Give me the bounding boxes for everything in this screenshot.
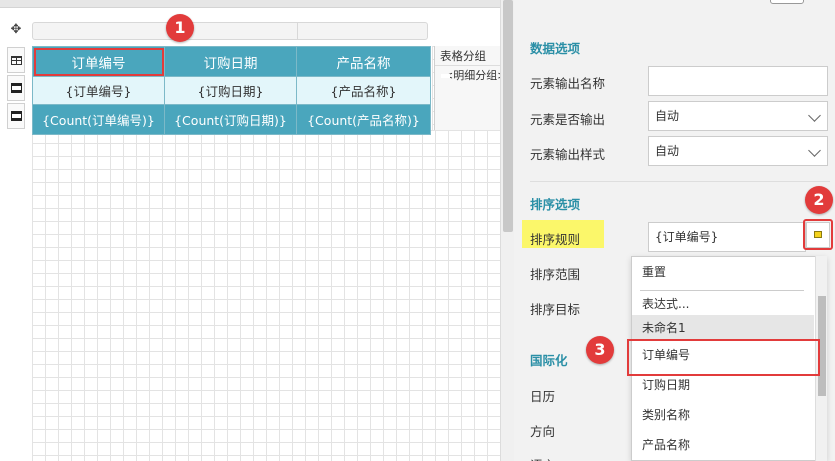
sort-rule-field[interactable]: {订单编号} [648,222,806,252]
total-cell-order-id[interactable]: {Count(订单编号)} [32,104,165,135]
total-row-handle[interactable] [7,103,25,129]
chevron-down-icon [808,144,821,157]
table-header-row: 订单编号 订购日期 产品名称 [32,46,431,77]
output-enabled-select[interactable]: 自动 [648,101,828,131]
output-enabled-value: 自动 [655,109,680,123]
callout-highlight-3 [627,339,820,376]
sort-target-label: 排序目标 [530,302,581,317]
detail-cell-product-name[interactable]: {产品名称} [296,76,431,105]
detail-cell-order-date[interactable]: {订购日期} [164,76,297,105]
output-enabled-label: 元素是否输出 [530,112,606,127]
output-style-label: 元素输出样式 [530,147,606,162]
ruler-divider [297,23,298,39]
design-grid [32,130,500,461]
panel-top-button[interactable] [770,0,804,4]
header-row-handle[interactable] [7,47,25,73]
dropdown-option-product-name[interactable]: 产品名称 [632,430,814,460]
row-handles [7,47,27,131]
direction-label: 方向 [530,424,556,439]
i18n-title: 国际化 [530,353,568,368]
data-options-title: 数据选项 [530,41,581,56]
callout-badge-3: 3 [586,336,614,364]
callout-badge-2: 2 [805,186,833,214]
total-cell-product-name[interactable]: {Count(产品名称)} [296,104,431,135]
designer-top-bar [0,0,500,8]
move-handle-icon[interactable]: ✥ [8,22,24,38]
sort-rule-label: 排序规则 [530,232,581,247]
total-cell-order-date[interactable]: {Count(订购日期)} [164,104,297,135]
column-ruler[interactable] [32,22,428,40]
table-detail-row: {订单编号} {订购日期} {产品名称} [32,76,431,105]
chevron-down-icon [808,109,821,122]
section-divider [530,181,830,182]
report-table[interactable]: 订单编号 订购日期 产品名称 {订单编号} {订购日期} {产品名称} {Cou… [32,46,431,135]
total-row-icon [10,111,22,121]
dropdown-option-category-name[interactable]: 类别名称 [632,400,814,430]
callout-badge-1: 1 [166,14,194,42]
detail-row-handle[interactable] [7,75,25,101]
sort-range-label: 排序范围 [530,267,581,282]
group-panel-title: 表格分组 [435,46,500,66]
output-name-label: 元素输出名称 [530,76,606,91]
table-group-panel: 表格分组 <明细分组> [434,46,500,130]
header-cell-order-date[interactable]: 订购日期 [164,46,297,77]
designer-vertical-scrollbar[interactable] [500,0,514,461]
calendar-label: 日历 [530,389,556,404]
language-label: 语言 [530,455,555,461]
detail-group-label: <明细分组> [444,69,500,82]
report-designer-canvas: ✥ 订单编号 订购日期 产品名称 {订单编号} {订购日期} {产品名称} {C… [0,0,500,461]
dropdown-option-unnamed1[interactable]: 未命名1 [632,315,814,341]
detail-cell-order-id[interactable]: {订单编号} [32,76,165,105]
detail-row-icon [10,83,22,93]
table-total-row: {Count(订单编号)} {Count(订购日期)} {Count(产品名称)… [32,104,431,135]
output-name-input[interactable] [648,66,828,96]
dropdown-option-reset[interactable]: 重置 [632,257,814,287]
callout-highlight-2 [803,219,833,250]
detail-group-item[interactable]: <明细分组> [435,66,500,86]
output-style-select[interactable]: 自动 [648,136,828,166]
scrollbar-thumb[interactable] [503,0,513,232]
header-cell-product-name[interactable]: 产品名称 [296,46,431,77]
table-grid-icon [10,55,22,65]
output-style-value: 自动 [655,144,680,158]
header-cell-order-id[interactable]: 订单编号 [32,46,165,77]
sort-options-title: 排序选项 [530,197,581,212]
